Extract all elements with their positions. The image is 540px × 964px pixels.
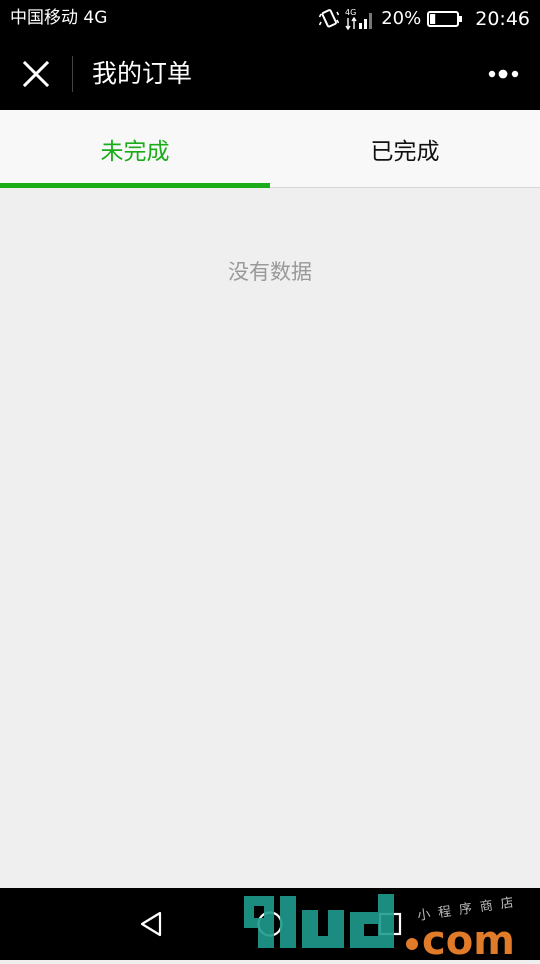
nav-bar: 我的订单 <box>0 38 540 110</box>
network-badge: 4G <box>345 8 356 17</box>
system-nav-bar <box>0 888 540 960</box>
vibrate-icon <box>319 8 340 30</box>
recent-square-icon <box>378 912 402 936</box>
home-circle-icon <box>257 911 283 937</box>
nav-divider <box>72 56 73 92</box>
more-button[interactable] <box>482 54 526 94</box>
signal-icon: 4G <box>345 7 375 31</box>
tab-completed[interactable]: 已完成 <box>270 110 540 188</box>
close-icon <box>23 61 49 87</box>
more-dots-icon <box>488 69 519 79</box>
back-triangle-icon <box>140 911 162 937</box>
status-icons: 4G 20% 20:46 <box>319 6 530 32</box>
empty-state-text: 没有数据 <box>228 260 312 284</box>
home-button[interactable] <box>248 902 292 946</box>
order-tabs: 未完成 已完成 <box>0 110 540 188</box>
close-button[interactable] <box>14 52 58 96</box>
battery-icon <box>427 10 463 28</box>
battery-fill <box>430 14 436 24</box>
status-bar: 中国移动 4G 4G 20% 20:46 <box>0 0 540 38</box>
page-title: 我的订单 <box>92 59 193 88</box>
back-button[interactable] <box>129 902 173 946</box>
battery-percent: 20% <box>381 8 422 29</box>
active-tab-indicator <box>0 183 270 188</box>
carrier-label: 中国移动 4G <box>10 8 108 28</box>
clock: 20:46 <box>475 8 530 30</box>
recent-apps-button[interactable] <box>368 902 412 946</box>
tab-incomplete[interactable]: 未完成 <box>0 110 270 188</box>
